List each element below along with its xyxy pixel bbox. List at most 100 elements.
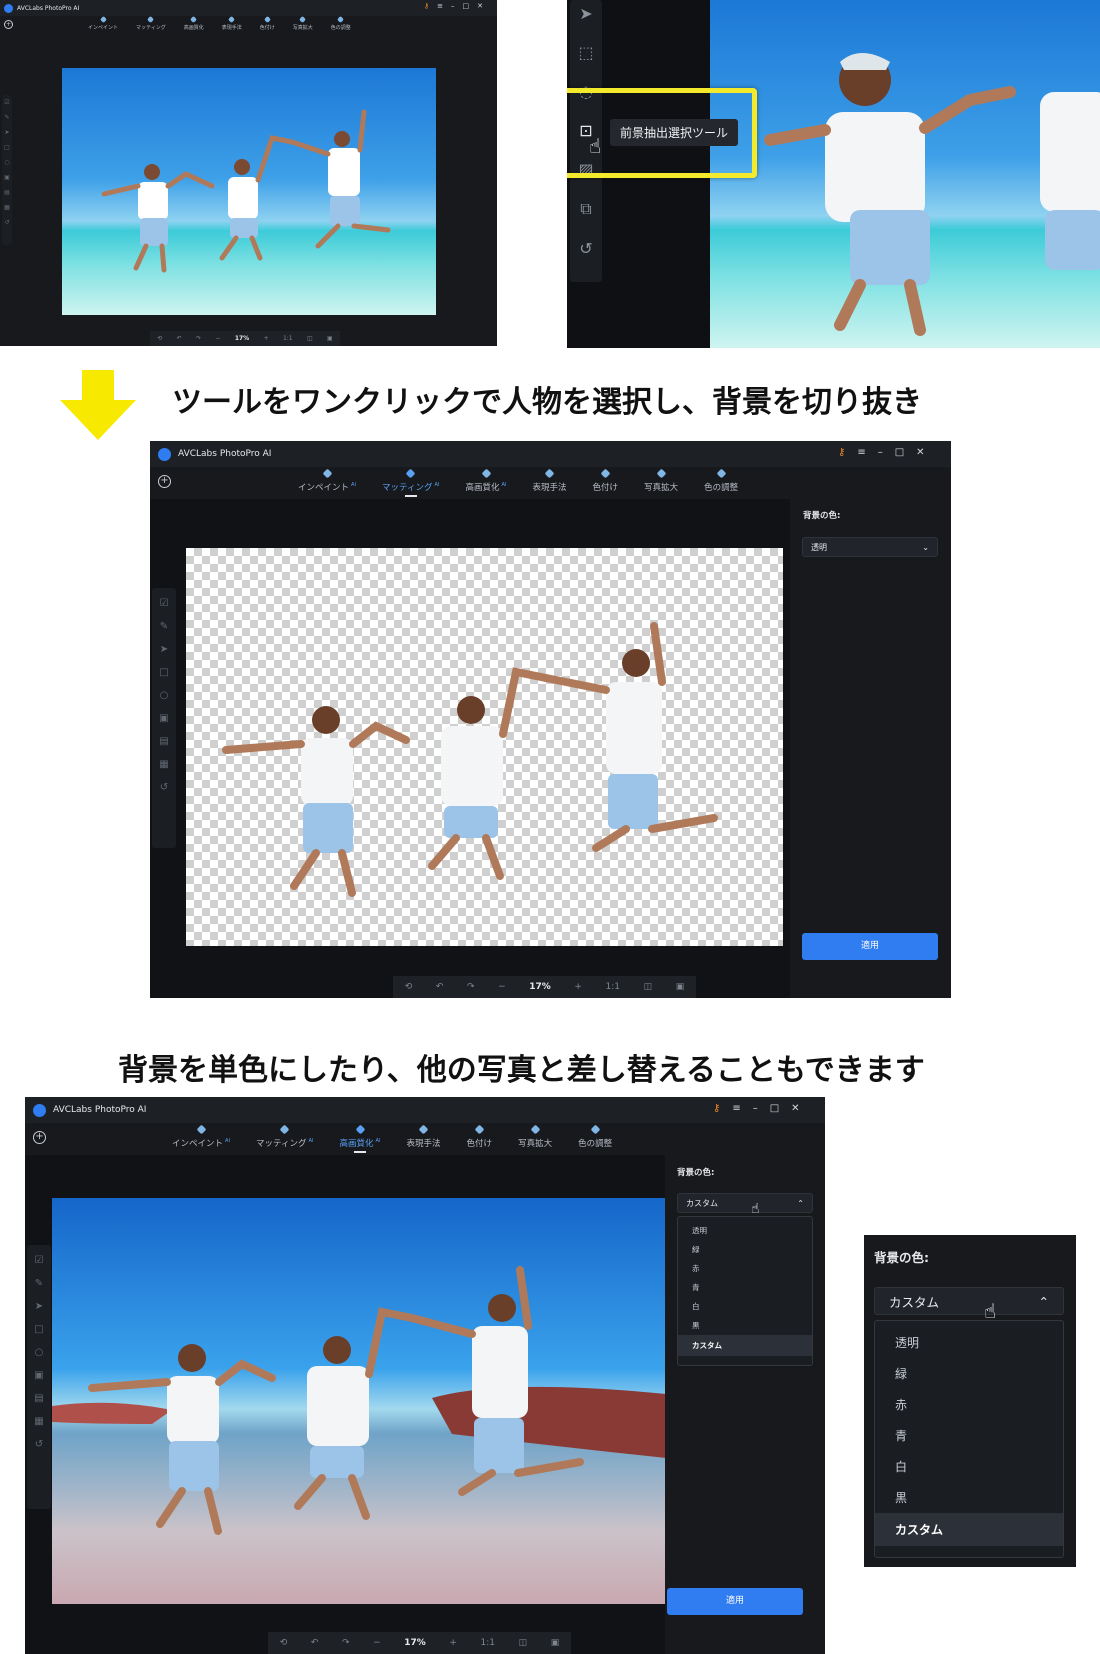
ratio-button[interactable]: 1:1 [283, 335, 293, 342]
pointer-icon[interactable]: ➤ [579, 4, 592, 23]
tab-colorize[interactable]: 色付け [260, 15, 275, 31]
tab-enhance[interactable]: 高画質化 AI [466, 468, 507, 497]
option-transparent[interactable]: 透明 [875, 1327, 1063, 1358]
save-icon[interactable]: ▣ [551, 1638, 560, 1648]
key-icon[interactable]: ⚷ [838, 447, 845, 458]
option-custom[interactable]: カスタム [678, 1335, 812, 1356]
add-icon[interactable]: + [4, 20, 13, 29]
layers-icon[interactable]: ▦ [34, 1416, 43, 1427]
compare-icon[interactable]: ◫ [307, 335, 313, 342]
lasso-icon[interactable]: ○ [35, 1347, 44, 1358]
option-blue[interactable]: 青 [678, 1278, 812, 1297]
option-green[interactable]: 緑 [875, 1358, 1063, 1389]
redo-icon[interactable]: ↷ [196, 335, 201, 342]
tab-enhance[interactable]: 高画質化 [184, 15, 204, 31]
key-icon[interactable]: ⚷ [424, 2, 429, 10]
menu-icon[interactable]: ≡ [732, 1103, 740, 1114]
add-icon[interactable]: + [33, 1131, 46, 1144]
layers-icon[interactable]: ⧉ [580, 199, 591, 219]
apply-button[interactable]: 適用 [802, 933, 938, 960]
reset-icon[interactable]: ⟲ [157, 335, 162, 342]
edit-icon[interactable]: ▤ [4, 189, 10, 196]
tab-style[interactable]: 表現手法 [407, 1124, 441, 1153]
history-icon[interactable]: ↺ [4, 219, 9, 226]
tab-upscale[interactable]: 写真拡大 [293, 15, 313, 31]
option-white[interactable]: 白 [678, 1297, 812, 1316]
option-red[interactable]: 赤 [875, 1389, 1063, 1420]
pointer-icon[interactable]: ➤ [160, 644, 168, 655]
history-icon[interactable]: ↺ [160, 782, 168, 793]
undo-icon[interactable]: ↶ [177, 335, 182, 342]
close-icon[interactable]: ✕ [791, 1103, 799, 1114]
person-select-icon[interactable]: ▣ [34, 1370, 43, 1381]
option-blue[interactable]: 青 [875, 1420, 1063, 1451]
zoom-in-icon[interactable]: + [574, 982, 582, 992]
tab-inpaint[interactable]: インペイント AI [172, 1124, 230, 1153]
pointer-icon[interactable]: ➤ [4, 129, 9, 136]
rect-select-icon[interactable]: □ [34, 1324, 43, 1335]
close-icon[interactable]: ✕ [477, 2, 483, 10]
person-select-icon[interactable]: ▣ [4, 174, 10, 181]
reset-icon[interactable]: ⟲ [405, 982, 413, 992]
edit-icon[interactable]: ▤ [34, 1393, 43, 1404]
zoom-out-icon[interactable]: − [215, 335, 220, 342]
reset-icon[interactable]: ⟲ [280, 1638, 288, 1648]
menu-icon[interactable]: ≡ [857, 447, 865, 458]
minimize-icon[interactable]: – [753, 1103, 758, 1114]
maximize-icon[interactable]: □ [895, 447, 904, 458]
ratio-button[interactable]: 1:1 [606, 982, 620, 992]
save-icon[interactable]: ▣ [327, 335, 333, 342]
option-black[interactable]: 黒 [875, 1482, 1063, 1513]
tab-color-adjust[interactable]: 色の調整 [704, 468, 738, 497]
edit-icon[interactable]: ▤ [159, 736, 168, 747]
tab-inpaint[interactable]: インペイント [88, 15, 118, 31]
tab-style[interactable]: 表現手法 [222, 15, 242, 31]
minimize-icon[interactable]: – [878, 447, 883, 458]
compare-icon[interactable]: ◫ [644, 982, 653, 992]
minimize-icon[interactable]: – [451, 2, 455, 10]
undo-icon[interactable]: ↶ [436, 982, 444, 992]
option-transparent[interactable]: 透明 [678, 1221, 812, 1240]
tab-upscale[interactable]: 写真拡大 [644, 468, 678, 497]
layers-icon[interactable]: ▦ [4, 204, 10, 211]
tab-style[interactable]: 表現手法 [533, 468, 567, 497]
tab-colorize[interactable]: 色付け [467, 1124, 492, 1153]
lasso-icon[interactable]: ○ [4, 159, 9, 166]
brush-icon[interactable]: ✎ [35, 1278, 43, 1289]
zoom-out-icon[interactable]: − [373, 1638, 381, 1648]
tab-matting[interactable]: マッティング AI [256, 1124, 314, 1153]
zoom-out-icon[interactable]: − [498, 982, 506, 992]
tab-matting[interactable]: マッティング [136, 15, 166, 31]
menu-icon[interactable]: ≡ [437, 2, 443, 10]
pointer-icon[interactable]: ➤ [35, 1301, 43, 1312]
rect-select-icon[interactable]: □ [159, 667, 168, 678]
option-custom[interactable]: カスタム [875, 1513, 1063, 1546]
bg-color-select[interactable]: 透明 ⌄ [802, 537, 938, 557]
tab-upscale[interactable]: 写真拡大 [518, 1124, 552, 1153]
lasso-icon[interactable]: ○ [160, 690, 169, 701]
bg-color-select[interactable]: カスタム ⌃ [677, 1193, 813, 1213]
maximize-icon[interactable]: □ [770, 1103, 779, 1114]
key-icon[interactable]: ⚷ [713, 1103, 720, 1114]
rect-select-icon[interactable]: □ [4, 144, 10, 151]
maximize-icon[interactable]: □ [463, 2, 470, 10]
save-icon[interactable]: ▣ [676, 982, 685, 992]
check-icon[interactable]: ☑ [160, 598, 169, 609]
history-icon[interactable]: ↺ [35, 1439, 43, 1450]
tab-color-adjust[interactable]: 色の調整 [578, 1124, 612, 1153]
redo-icon[interactable]: ↷ [342, 1638, 350, 1648]
tab-colorize[interactable]: 色付け [593, 468, 618, 497]
option-green[interactable]: 緑 [678, 1240, 812, 1259]
zoom-in-icon[interactable]: + [264, 335, 269, 342]
undo-icon[interactable]: ↶ [311, 1638, 319, 1648]
tab-enhance[interactable]: 高画質化 AI [340, 1124, 381, 1153]
apply-button[interactable]: 適用 [667, 1588, 803, 1615]
rect-select-icon[interactable]: ⬚ [578, 43, 593, 62]
option-white[interactable]: 白 [875, 1451, 1063, 1482]
brush-icon[interactable]: ✎ [4, 114, 9, 121]
tab-inpaint[interactable]: インペイント AI [298, 468, 356, 497]
history-icon[interactable]: ↺ [579, 239, 592, 258]
person-select-icon[interactable]: ▣ [159, 713, 168, 724]
close-icon[interactable]: ✕ [916, 447, 924, 458]
tab-matting[interactable]: マッティング AI [382, 468, 440, 497]
